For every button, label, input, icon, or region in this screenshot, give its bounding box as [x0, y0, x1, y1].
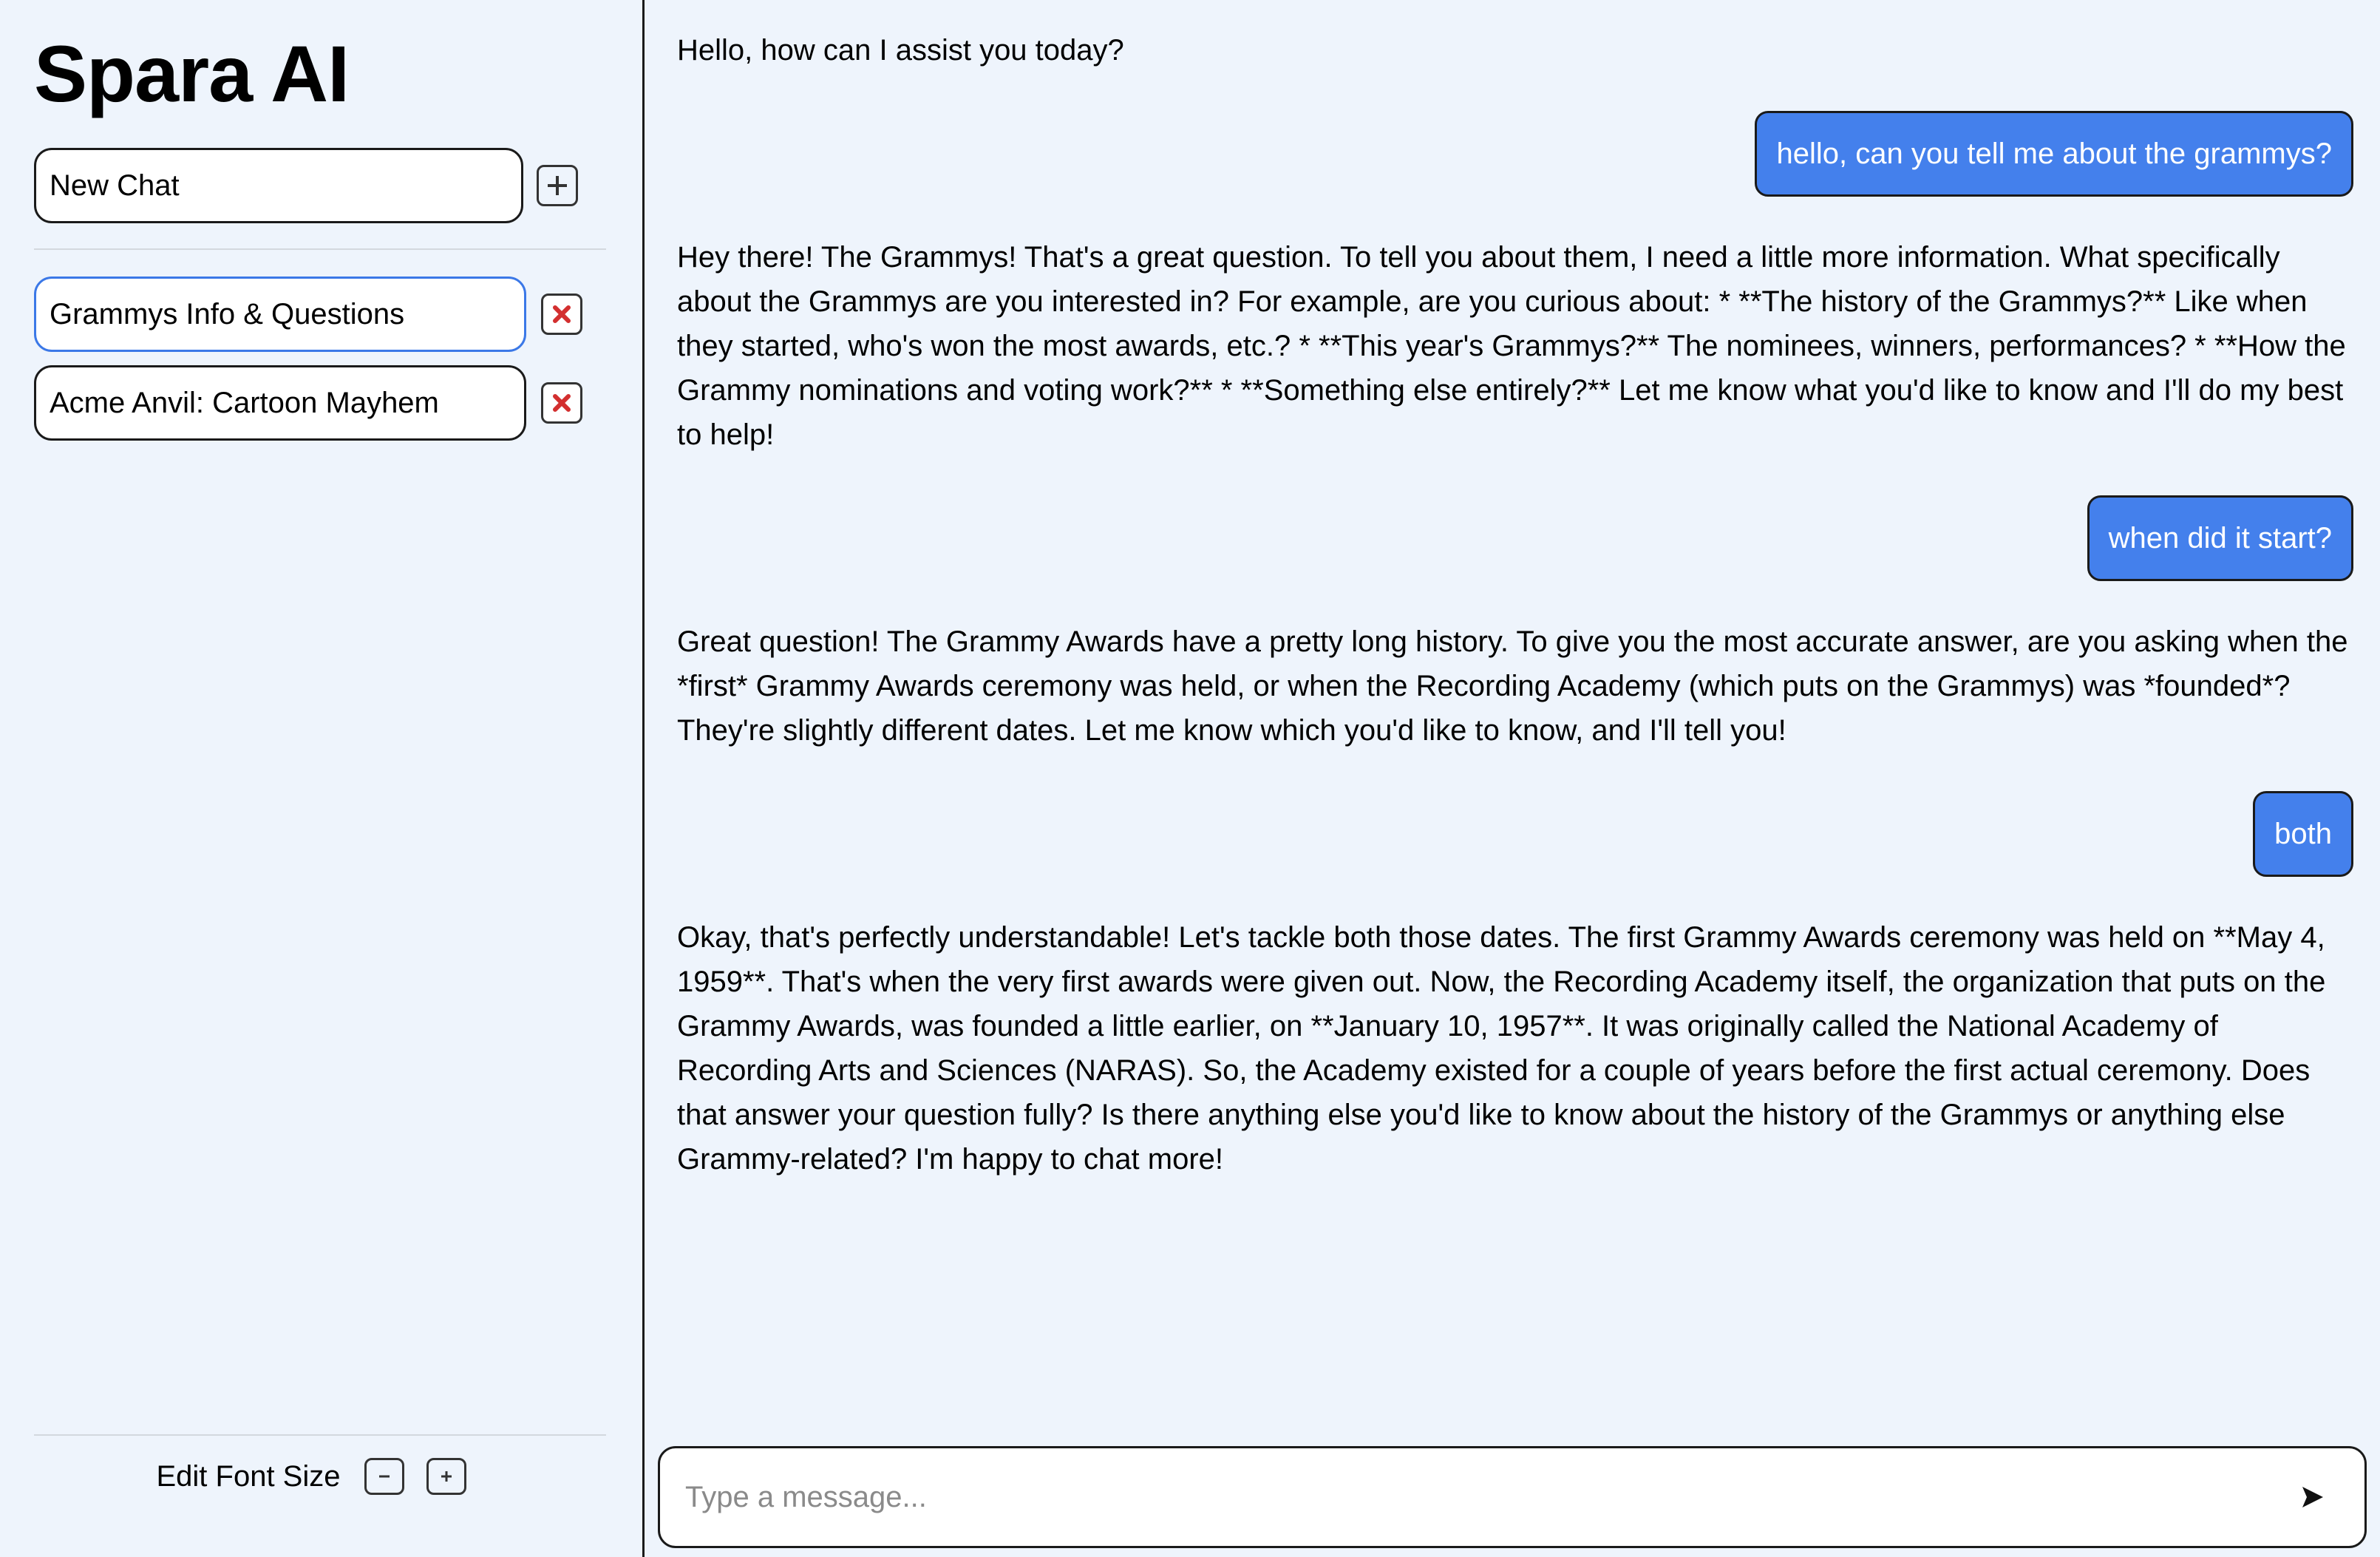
font-size-label: Edit Font Size	[156, 1459, 341, 1493]
app-root: Spara AI Grammys Info & Questions	[0, 0, 2380, 1557]
plus-icon	[441, 1471, 452, 1482]
sidebar-divider-top	[34, 248, 606, 250]
user-message: hello, can you tell me about the grammys…	[1755, 111, 2353, 197]
message-input[interactable]	[660, 1448, 2283, 1546]
delete-chat-button[interactable]	[541, 382, 582, 424]
user-message-row: hello, can you tell me about the grammys…	[677, 111, 2353, 197]
chat-main: Hello, how can I assist you today? hello…	[645, 0, 2380, 1557]
font-increase-button[interactable]	[426, 1458, 466, 1495]
chat-item-label[interactable]: Grammys Info & Questions	[34, 277, 526, 352]
chat-item-acme: Acme Anvil: Cartoon Mayhem	[34, 365, 582, 441]
bot-message: Okay, that's perfectly understandable! L…	[677, 921, 2326, 1176]
chat-list: Grammys Info & Questions Acme Anvil: Car…	[34, 277, 582, 454]
bot-message: Hello, how can I assist you today?	[677, 34, 1124, 67]
x-icon	[553, 394, 571, 412]
x-icon	[553, 305, 571, 323]
new-chat-row	[34, 148, 578, 223]
chat-item-grammys: Grammys Info & Questions	[34, 277, 582, 352]
sidebar-divider-bottom	[34, 1434, 606, 1436]
send-arrow-icon	[2302, 1487, 2323, 1507]
message-list: Hello, how can I assist you today? hello…	[677, 28, 2353, 1220]
user-message-row: both	[677, 791, 2353, 877]
minus-icon	[378, 1475, 390, 1478]
font-decrease-button[interactable]	[364, 1458, 404, 1495]
sidebar: Spara AI Grammys Info & Questions	[0, 0, 645, 1557]
user-message-row: when did it start?	[677, 495, 2353, 581]
message-composer	[658, 1446, 2367, 1548]
bot-message: Hey there! The Grammys! That's a great q…	[677, 241, 2346, 451]
new-chat-input[interactable]	[34, 148, 523, 223]
app-title: Spara AI	[34, 29, 350, 118]
chat-item-label[interactable]: Acme Anvil: Cartoon Mayhem	[34, 365, 526, 441]
send-button[interactable]	[2283, 1468, 2342, 1527]
user-message: when did it start?	[2087, 495, 2353, 581]
font-size-controls: Edit Font Size	[0, 1458, 645, 1495]
bot-message: Great question! The Grammy Awards have a…	[677, 625, 2348, 747]
user-message: both	[2253, 791, 2353, 877]
add-chat-button[interactable]	[537, 165, 578, 206]
plus-icon	[548, 176, 567, 195]
delete-chat-button[interactable]	[541, 294, 582, 335]
